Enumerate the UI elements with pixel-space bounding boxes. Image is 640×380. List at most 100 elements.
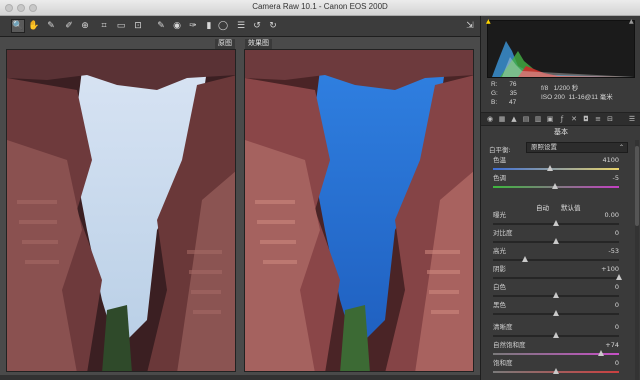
after-label: 效果图: [245, 39, 272, 49]
shadow-clipping-icon[interactable]: ▲: [486, 18, 491, 25]
slider-thumb[interactable]: [551, 183, 558, 189]
exif-readout: f/8 1/200 秒 ISO 200 11-16@11 毫米: [541, 84, 613, 102]
red-eye-tool-icon[interactable]: ◉: [170, 19, 184, 33]
iso: ISO 200: [541, 94, 565, 101]
slider-value[interactable]: +100: [601, 265, 619, 274]
slider-value[interactable]: 0: [615, 283, 619, 292]
slider-thumb[interactable]: [553, 292, 559, 298]
slider-value[interactable]: 0: [615, 359, 619, 368]
straighten-tool-icon[interactable]: ▭: [114, 19, 128, 33]
slider-thumb[interactable]: [553, 310, 559, 316]
slider-label: 色调: [493, 174, 506, 182]
spot-removal-tool-icon[interactable]: ✎: [154, 19, 168, 33]
slider-thumb[interactable]: [553, 332, 559, 338]
lens-tab-icon[interactable]: ▣: [545, 115, 555, 124]
slider-row: 黑色 0: [481, 301, 640, 321]
slider-thumb[interactable]: [553, 238, 559, 244]
toolbar: ⇲ 🔍 ✋ ✎ ✐ ⊕ ⌗ ▭ ⊡ ✎ ◉ ✑ ▮ ◯ ☰ ↺ ↻: [0, 16, 480, 37]
status-bar: [0, 375, 480, 380]
crop-tool-icon[interactable]: ⌗: [97, 19, 111, 33]
r-label: R:: [491, 81, 498, 88]
rotate-left-tool-icon[interactable]: ↺: [250, 19, 264, 33]
slider-label: 曝光: [493, 211, 506, 219]
window-title: Camera Raw 10.1 - Canon EOS 200D: [252, 2, 388, 11]
targeted-adjustment-tool-icon[interactable]: ⊕: [78, 19, 92, 33]
slider-thumb[interactable]: [616, 274, 622, 280]
slider-value[interactable]: 0: [615, 323, 619, 332]
slider-label: 对比度: [493, 229, 513, 237]
slider-label: 白色: [493, 283, 506, 291]
slider-row: 饱和度 0: [481, 359, 640, 379]
b-label: B:: [491, 99, 498, 106]
slider-row: 曝光 0.00: [481, 211, 640, 231]
slider-thumb[interactable]: [553, 220, 559, 226]
panel-tabs: ◉ ▦ ▲ ▤ ▥ ▣ ƒ ✕ ◘ ≡ ⊟ ☰: [481, 112, 640, 126]
split-toning-tab-icon[interactable]: ▥: [533, 115, 543, 124]
white-balance-select[interactable]: 原照设置 ⌃: [526, 142, 628, 153]
slider-label: 高光: [493, 247, 506, 255]
highlight-clipping-icon[interactable]: ▲: [629, 18, 634, 25]
transform-tool-icon[interactable]: ⊡: [131, 19, 145, 33]
slider-value[interactable]: 0: [615, 301, 619, 310]
snapshots-tab-icon[interactable]: ≡: [593, 115, 603, 124]
slider-thumb[interactable]: [598, 350, 605, 356]
slider-value[interactable]: +74: [605, 341, 619, 350]
slider-row: 高光 -53: [481, 247, 640, 267]
aperture: f/8: [541, 85, 549, 92]
slider-track[interactable]: [493, 259, 619, 261]
camera-calibration-tab-icon[interactable]: ✕: [569, 115, 579, 124]
slider-label: 自然饱和度: [493, 341, 526, 349]
slider-value[interactable]: 0: [615, 229, 619, 238]
g-value: 35: [509, 90, 517, 97]
slider-label: 黑色: [493, 301, 506, 309]
slider-row: 阴影 +100: [481, 265, 640, 285]
zoom-tool-icon[interactable]: 🔍: [11, 19, 25, 33]
preferences-tool-icon[interactable]: ☰: [234, 19, 248, 33]
slider-value[interactable]: -53: [608, 247, 619, 256]
chevron-down-icon: ⌃: [618, 144, 624, 151]
effects-tab-icon[interactable]: ƒ: [557, 115, 567, 124]
radial-filter-tool-icon[interactable]: ◯: [216, 19, 230, 33]
wb-label: 白平衡:: [489, 146, 511, 154]
basic-tab-icon[interactable]: ◉: [485, 115, 495, 124]
right-panel: ▲ ▲ R: 76 G: 35 B: 47 f/8 1/200 秒 ISO 20…: [480, 16, 640, 380]
slider-thumb[interactable]: [553, 368, 559, 374]
wb-value: 原照设置: [531, 143, 557, 151]
hsl-tab-icon[interactable]: ▤: [521, 115, 531, 124]
graduated-filter-tool-icon[interactable]: ▮: [202, 19, 216, 33]
rotate-right-tool-icon[interactable]: ↻: [266, 19, 280, 33]
slider-thumb[interactable]: [521, 256, 528, 262]
slider-value[interactable]: -5: [613, 174, 619, 183]
slider-row: 色温 4100: [481, 156, 640, 176]
detail-tab-icon[interactable]: ▲: [509, 115, 519, 124]
slider-track[interactable]: [493, 168, 619, 170]
hand-tool-icon[interactable]: ✋: [27, 19, 41, 33]
open-image-button[interactable]: ⇲: [463, 19, 477, 33]
g-label: G:: [491, 90, 498, 97]
histogram: [487, 20, 635, 78]
slider-track[interactable]: [493, 277, 619, 279]
after-image[interactable]: [244, 49, 474, 372]
slider-value[interactable]: 0.00: [605, 211, 619, 220]
slider-row: 自然饱和度 +74: [481, 341, 640, 361]
panel-scrollbar[interactable]: [635, 140, 639, 380]
slider-thumb[interactable]: [546, 165, 553, 171]
presets-tab-icon[interactable]: ◘: [581, 115, 591, 124]
auto-button[interactable]: 自动: [536, 202, 549, 212]
panel-menu-icon[interactable]: ☰: [627, 115, 637, 124]
adjustment-brush-tool-icon[interactable]: ✑: [186, 19, 200, 33]
tone-curve-tab-icon[interactable]: ▦: [497, 115, 507, 124]
scrollbar-thumb[interactable]: [635, 146, 639, 226]
preview-area: 原图 效果图: [0, 37, 480, 380]
rgb-readout: R: 76 G: 35 B: 47: [491, 80, 517, 107]
color-sampler-tool-icon[interactable]: ✐: [62, 19, 76, 33]
title-bar: Camera Raw 10.1 - Canon EOS 200D: [0, 0, 640, 16]
settings-tab-icon[interactable]: ⊟: [605, 115, 615, 124]
slider-row: 清晰度 0: [481, 323, 640, 343]
before-label: 原图: [215, 39, 235, 49]
slider-label: 色温: [493, 156, 506, 164]
default-button[interactable]: 默认值: [561, 202, 581, 212]
slider-value[interactable]: 4100: [602, 156, 619, 165]
before-image[interactable]: [6, 49, 236, 372]
white-balance-tool-icon[interactable]: ✎: [44, 19, 58, 33]
